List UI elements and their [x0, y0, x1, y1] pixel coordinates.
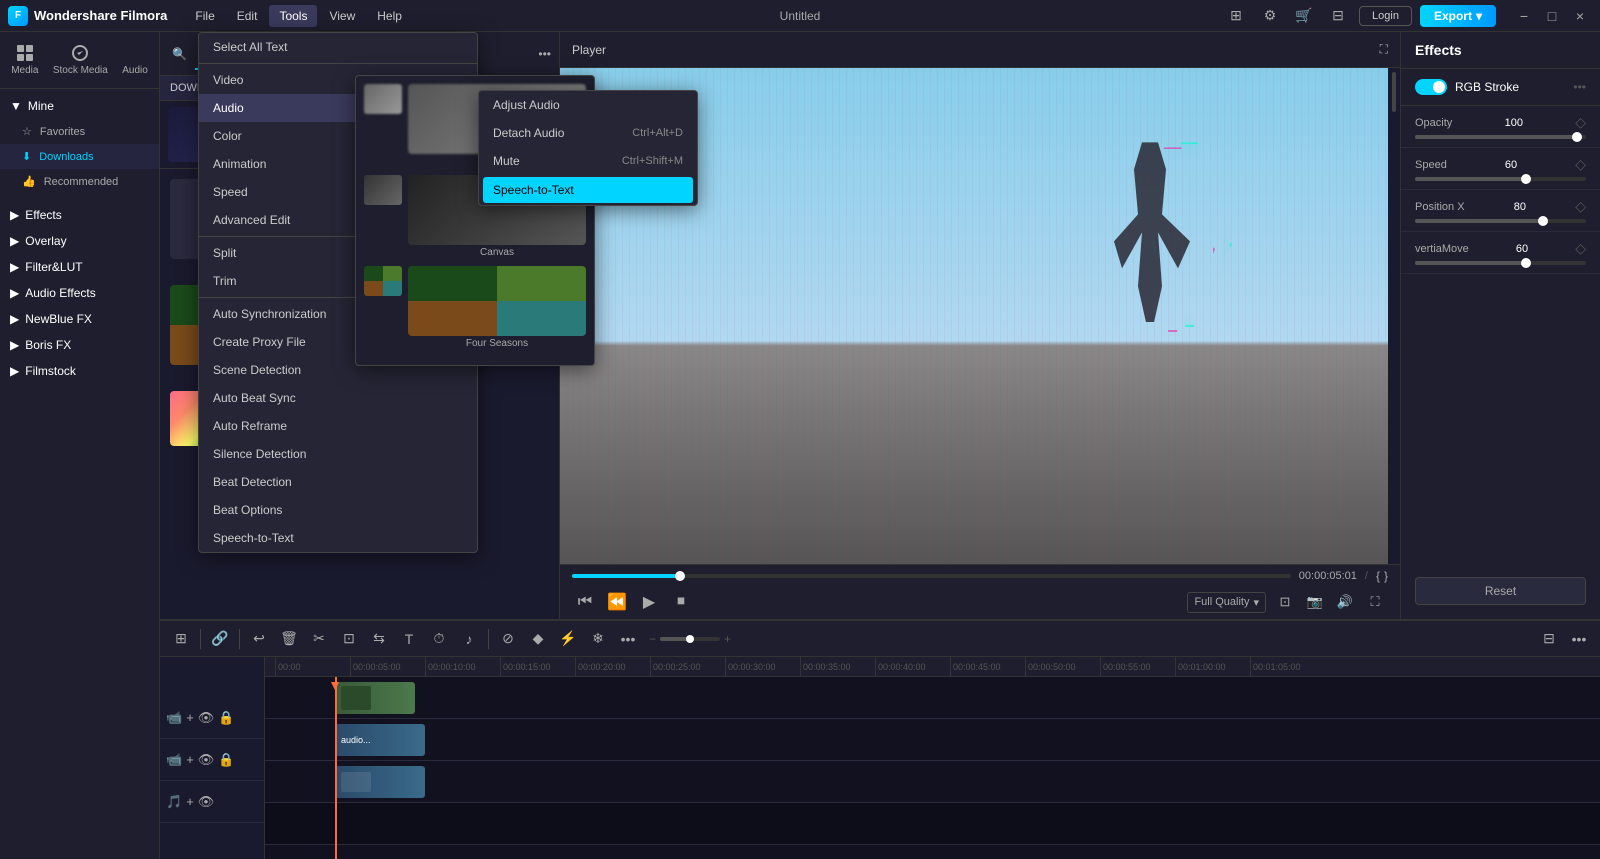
- detach-audio-label: Detach Audio: [493, 126, 564, 140]
- scene-label: Scene Detection: [213, 363, 301, 377]
- esub-seasons-row: Four Seasons: [364, 266, 586, 349]
- trim-label: Trim: [213, 274, 237, 288]
- beat-sync-label: Auto Beat Sync: [213, 391, 296, 405]
- auto-sync-label: Auto Synchronization: [213, 307, 326, 321]
- canvas-sub-label: Canvas: [408, 245, 586, 258]
- seasons-sub-label: Four Seasons: [408, 336, 586, 349]
- select-all-text-label: Select All Text: [213, 40, 287, 54]
- esub-seasons-item[interactable]: [364, 266, 402, 349]
- audio-submenu-menu: Adjust Audio Detach Audio Ctrl+Alt+D Mut…: [478, 90, 698, 206]
- s4: [383, 281, 402, 296]
- audio-submenu-label: Audio: [213, 101, 244, 115]
- audio-mute[interactable]: Mute Ctrl+Shift+M: [479, 147, 697, 175]
- speech-to-text-label: Speech-to-Text: [213, 531, 294, 545]
- proxy-label: Create Proxy File: [213, 335, 306, 349]
- dd-silence[interactable]: Silence Detection: [199, 440, 477, 468]
- sl2: [497, 266, 586, 301]
- mute-label: Mute: [493, 154, 520, 168]
- detach-shortcut: Ctrl+Alt+D: [632, 127, 683, 139]
- beat-detect-label: Beat Detection: [213, 475, 292, 489]
- sl3: [408, 301, 497, 336]
- beat-options-label: Beat Options: [213, 503, 282, 517]
- speech-to-text-sub-label: Speech-to-Text: [493, 183, 574, 197]
- mute-shortcut: Ctrl+Shift+M: [622, 155, 683, 167]
- audio-speech-to-text[interactable]: Speech-to-Text: [483, 177, 693, 203]
- esub-seasons-spacer: Four Seasons: [408, 266, 586, 349]
- animation-submenu-label: Animation: [213, 157, 266, 171]
- s3: [364, 281, 383, 296]
- adjust-audio-label: Adjust Audio: [493, 98, 560, 112]
- blur-sub-thumb: [364, 84, 402, 114]
- dd-select-all-text[interactable]: Select All Text: [199, 33, 477, 61]
- dd-beat-detect[interactable]: Beat Detection: [199, 468, 477, 496]
- dd-auto-reframe[interactable]: Auto Reframe: [199, 412, 477, 440]
- dd-beat-options[interactable]: Beat Options: [199, 496, 477, 524]
- video-submenu-label: Video: [213, 73, 243, 87]
- s2: [383, 266, 402, 281]
- esub-blur-thumb-item[interactable]: [364, 84, 402, 167]
- dd-speech-to-text[interactable]: Speech-to-Text: [199, 524, 477, 552]
- dd-beat-sync[interactable]: Auto Beat Sync: [199, 384, 477, 412]
- sl1: [408, 266, 497, 301]
- seasons-sub-thumb: [364, 266, 402, 296]
- audio-detach[interactable]: Detach Audio Ctrl+Alt+D: [479, 119, 697, 147]
- audio-adjust[interactable]: Adjust Audio: [479, 91, 697, 119]
- seasons-large-thumb: [408, 266, 586, 336]
- s1: [364, 266, 383, 281]
- sl4: [497, 301, 586, 336]
- esub-canvas-item[interactable]: [364, 175, 402, 258]
- speed-submenu-label: Speed: [213, 185, 248, 199]
- canvas-sub-thumb: [364, 175, 402, 205]
- silence-label: Silence Detection: [213, 447, 306, 461]
- auto-reframe-label: Auto Reframe: [213, 419, 287, 433]
- dd-sep-1: [199, 63, 477, 64]
- split-label: Split: [213, 246, 236, 260]
- advanced-edit-label: Advanced Edit: [213, 213, 290, 227]
- color-submenu-label: Color: [213, 129, 242, 143]
- dropdown-overlay[interactable]: Select All Text Video Audio Color Animat…: [0, 0, 1600, 859]
